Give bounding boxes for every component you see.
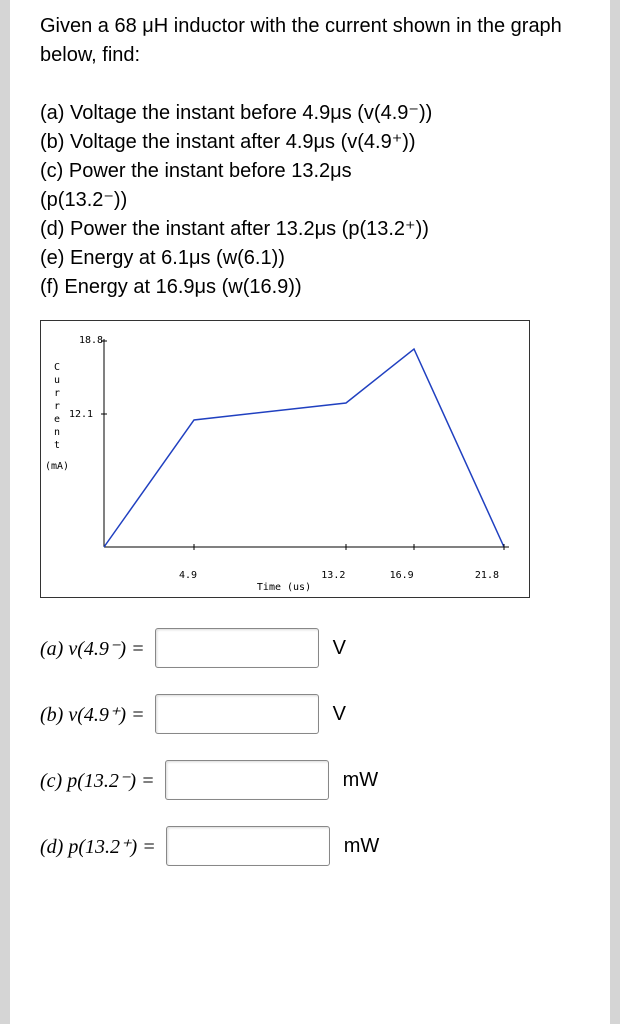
answer-d-input[interactable]	[166, 826, 330, 866]
x-tick-16-9: 16.9	[390, 570, 414, 581]
answer-c-unit: mW	[343, 769, 379, 792]
answer-row-d: (d) p(13.2⁺) = mW	[40, 826, 580, 866]
answer-a-input[interactable]	[155, 628, 319, 668]
part-c-line1: (c) Power the instant before 13.2μs	[40, 157, 580, 186]
answer-row-c: (c) p(13.2⁻) = mW	[40, 760, 580, 800]
part-e: (e) Energy at 6.1μs (w(6.1))	[40, 244, 580, 273]
x-tick-21-8: 21.8	[475, 570, 499, 581]
part-a: (a) Voltage the instant before 4.9μs (v(…	[40, 99, 580, 128]
current-line	[104, 349, 504, 547]
answer-row-b: (b) v(4.9⁺) = V	[40, 694, 580, 734]
x-axis-label: Time (us)	[257, 582, 311, 593]
answer-c-label: (c) p(13.2⁻) =	[40, 768, 155, 793]
answer-a-unit: V	[333, 637, 346, 660]
x-tick-13-2: 13.2	[321, 570, 345, 581]
intro-text: Given a 68 μH inductor with the current …	[40, 12, 580, 70]
part-b: (b) Voltage the instant after 4.9μs (v(4…	[40, 128, 580, 157]
chart-svg	[49, 329, 519, 569]
answer-d-label: (d) p(13.2⁺) =	[40, 834, 156, 859]
problem-page: Given a 68 μH inductor with the current …	[10, 0, 610, 1024]
answer-c-input[interactable]	[165, 760, 329, 800]
x-tick-labels: 4.9 13.2 16.9 21.8	[104, 570, 499, 581]
x-tick-4-9: 4.9	[179, 570, 197, 581]
answer-d-unit: mW	[344, 835, 380, 858]
problem-statement: Given a 68 μH inductor with the current …	[40, 12, 580, 302]
answer-b-input[interactable]	[155, 694, 319, 734]
part-f: (f) Energy at 16.9μs (w(16.9))	[40, 273, 580, 302]
answer-row-a: (a) v(4.9⁻) = V	[40, 628, 580, 668]
answer-b-unit: V	[333, 703, 346, 726]
current-chart: Current (mA) 18.8 12.1	[40, 320, 530, 598]
answer-b-label: (b) v(4.9⁺) =	[40, 702, 145, 727]
part-d: (d) Power the instant after 13.2μs (p(13…	[40, 215, 580, 244]
part-c-line2: (p(13.2⁻))	[40, 186, 580, 215]
answer-a-label: (a) v(4.9⁻) =	[40, 636, 145, 661]
